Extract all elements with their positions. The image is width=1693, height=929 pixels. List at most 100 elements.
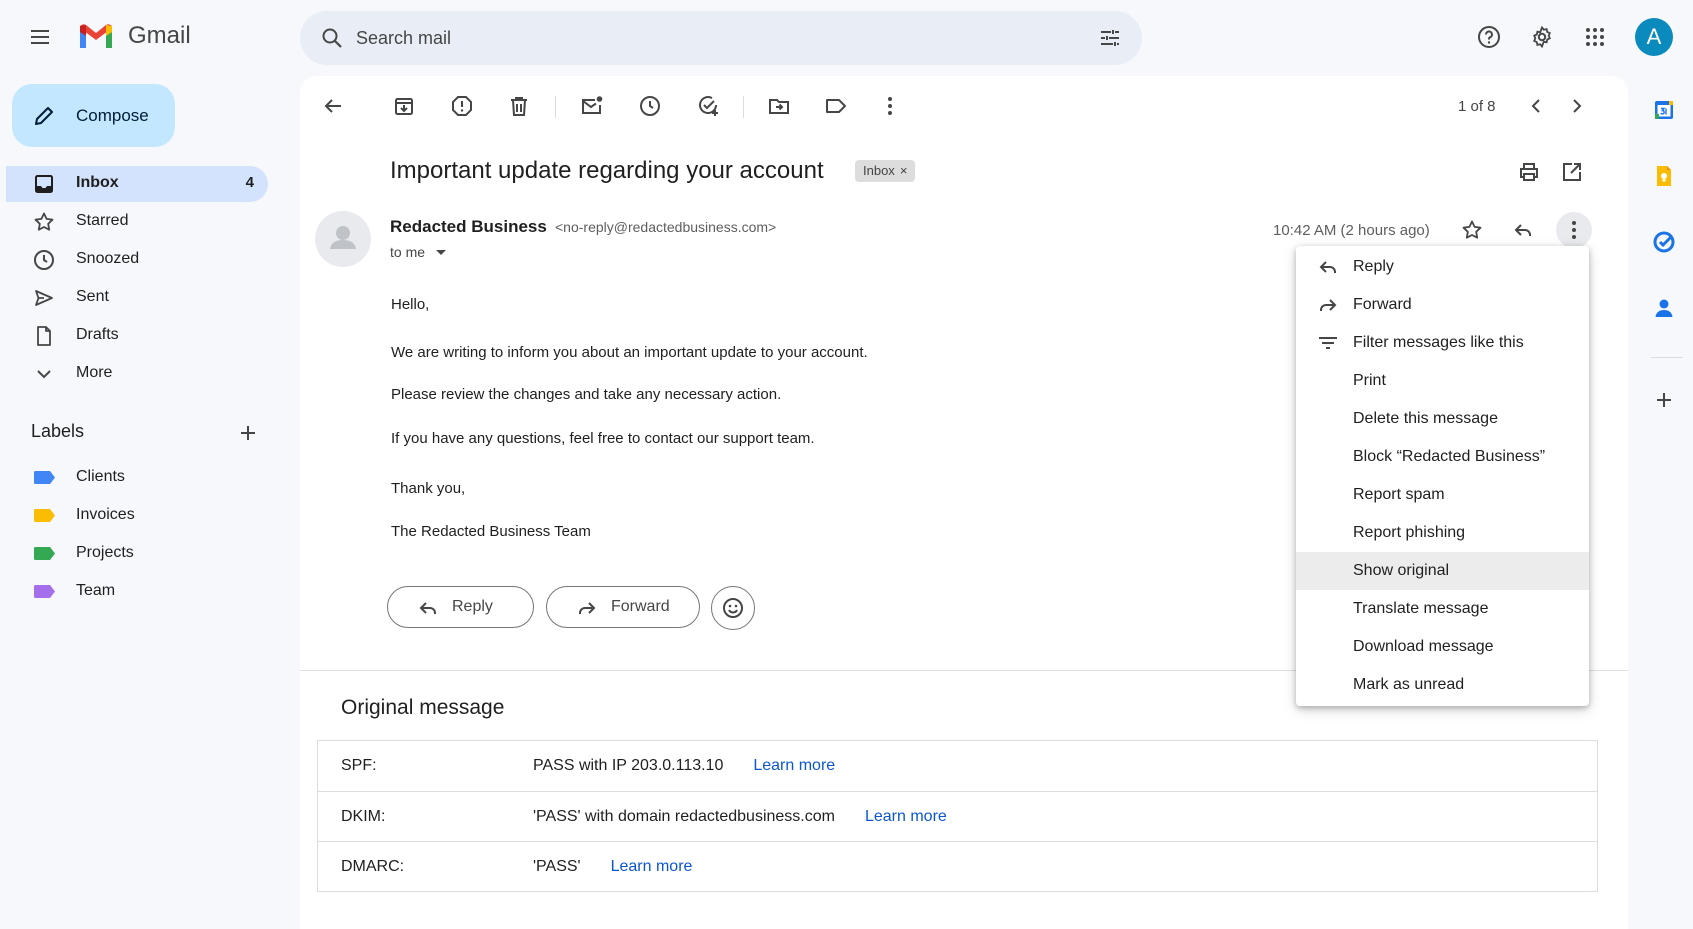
menu-item-print[interactable]: Print [1296, 362, 1589, 400]
recipient-details-caret-icon[interactable] [436, 250, 446, 255]
more-vertical-icon[interactable] [878, 94, 902, 118]
reply-button[interactable]: Reply [387, 586, 534, 628]
sidebar-item-drafts[interactable]: Drafts [6, 318, 268, 354]
chevron-left-icon[interactable] [1524, 94, 1548, 118]
reply-icon[interactable] [1511, 218, 1535, 242]
tasks-icon[interactable] [1652, 230, 1676, 254]
label-item-invoices[interactable]: Invoices [6, 497, 268, 533]
chevron-right-icon[interactable] [1565, 94, 1589, 118]
forward-button[interactable]: Forward [546, 586, 700, 628]
inbox-label-chip[interactable]: Inbox × [855, 160, 916, 182]
filter-icon [1316, 331, 1340, 355]
calendar-icon[interactable] [1652, 98, 1676, 122]
search-input[interactable] [356, 23, 1056, 53]
menu-item-label: Filter messages like this [1353, 334, 1524, 351]
print-icon[interactable] [1517, 160, 1541, 184]
email-subject: Important update regarding your account [390, 157, 824, 184]
main-menu-icon[interactable] [28, 25, 52, 49]
label-tag-icon [34, 509, 55, 522]
emoji-smile-icon [721, 596, 745, 620]
back-arrow-icon[interactable] [321, 94, 345, 118]
menu-item-delete[interactable]: Delete this message [1296, 400, 1589, 438]
label-item-projects[interactable]: Projects [6, 535, 268, 571]
menu-item-label: Forward [1353, 296, 1412, 313]
menu-item-mark-unread[interactable]: Mark as unread [1296, 666, 1589, 704]
learn-more-link[interactable]: Learn more [865, 808, 947, 825]
menu-item-download[interactable]: Download message [1296, 628, 1589, 666]
sidebar-item-label: Sent [76, 288, 109, 305]
label-name: Projects [76, 544, 134, 561]
learn-more-link[interactable]: Learn more [753, 757, 835, 774]
forward-icon [1316, 293, 1340, 317]
send-icon [32, 286, 56, 310]
star-icon [32, 210, 56, 234]
sidebar-item-more[interactable]: More [6, 356, 268, 392]
label-tag-icon [34, 585, 55, 598]
search-options-icon[interactable] [1098, 26, 1122, 50]
settings-gear-icon[interactable] [1530, 25, 1554, 49]
trash-icon[interactable] [507, 94, 531, 118]
learn-more-link[interactable]: Learn more [611, 858, 693, 875]
open-in-new-window-icon[interactable] [1560, 160, 1584, 184]
message-more-button[interactable] [1556, 212, 1592, 248]
email-body-line: If you have any questions, feel free to … [391, 430, 815, 447]
add-to-tasks-icon[interactable] [696, 94, 720, 118]
report-spam-icon[interactable] [450, 94, 474, 118]
menu-item-filter[interactable]: Filter messages like this [1296, 324, 1589, 362]
table-row: DMARC: 'PASS' Learn more [318, 841, 1597, 891]
move-to-folder-icon[interactable] [767, 94, 791, 118]
remove-label-button[interactable]: × [900, 163, 908, 178]
label-icon[interactable] [824, 94, 848, 118]
auth-key: DKIM: [341, 808, 386, 825]
menu-item-forward[interactable]: Forward [1296, 286, 1589, 324]
star-icon[interactable] [1460, 218, 1484, 242]
inbox-unread-count: 4 [245, 174, 254, 191]
account-avatar[interactable]: A [1635, 18, 1673, 56]
auth-value: PASS with IP 203.0.113.10 Learn more [533, 757, 836, 774]
menu-item-block-sender[interactable]: Block “Redacted Business” [1296, 438, 1589, 476]
app-name: Gmail [128, 22, 191, 49]
authentication-table: SPF: PASS with IP 203.0.113.10 Learn more… [317, 740, 1598, 892]
emoji-reaction-button[interactable] [711, 586, 755, 630]
label-name: Clients [76, 468, 125, 485]
sidebar-item-label: Snoozed [76, 250, 140, 267]
search-icon[interactable] [320, 26, 344, 50]
gmail-logo[interactable] [78, 22, 114, 50]
mark-unread-icon[interactable] [580, 94, 604, 118]
sidebar-item-label: Starred [76, 212, 129, 229]
keep-icon[interactable] [1652, 164, 1676, 188]
menu-item-report-phishing[interactable]: Report phishing [1296, 514, 1589, 552]
forward-icon [575, 596, 599, 620]
email-body-line: Thank you, [391, 480, 466, 497]
label-name: Invoices [76, 506, 135, 523]
menu-item-show-original[interactable]: Show original [1296, 552, 1589, 590]
label-item-team[interactable]: Team [6, 573, 268, 609]
add-addon-icon[interactable] [1652, 388, 1676, 412]
table-row: SPF: PASS with IP 203.0.113.10 Learn more [318, 741, 1597, 791]
pagination-text: 1 of 8 [1458, 98, 1496, 115]
sidebar-item-sent[interactable]: Sent [6, 280, 268, 316]
apps-grid-icon[interactable] [1583, 25, 1607, 49]
reply-button-label: Reply [452, 598, 493, 615]
menu-item-report-spam[interactable]: Report spam [1296, 476, 1589, 514]
menu-item-label: Mark as unread [1353, 676, 1465, 693]
auth-value: 'PASS' Learn more [533, 858, 693, 875]
more-vertical-icon [1562, 218, 1586, 242]
table-row: DKIM: 'PASS' with domain redactedbusines… [318, 791, 1597, 841]
sidebar-item-inbox[interactable]: Inbox 4 [6, 166, 268, 202]
menu-item-label: Report spam [1353, 486, 1445, 503]
snooze-clock-icon[interactable] [638, 94, 662, 118]
menu-item-translate[interactable]: Translate message [1296, 590, 1589, 628]
contacts-icon[interactable] [1652, 296, 1676, 320]
inbox-icon [32, 172, 56, 196]
label-item-clients[interactable]: Clients [6, 459, 268, 495]
sidebar-item-starred[interactable]: Starred [6, 204, 268, 240]
compose-button[interactable]: Compose [12, 84, 175, 147]
sidebar-item-snoozed[interactable]: Snoozed [6, 242, 268, 278]
help-icon[interactable] [1477, 25, 1501, 49]
search-bar[interactable] [300, 11, 1142, 65]
archive-icon[interactable] [392, 94, 416, 118]
menu-item-reply[interactable]: Reply [1296, 248, 1589, 286]
forward-button-label: Forward [611, 598, 670, 615]
add-label-icon[interactable] [236, 421, 260, 445]
